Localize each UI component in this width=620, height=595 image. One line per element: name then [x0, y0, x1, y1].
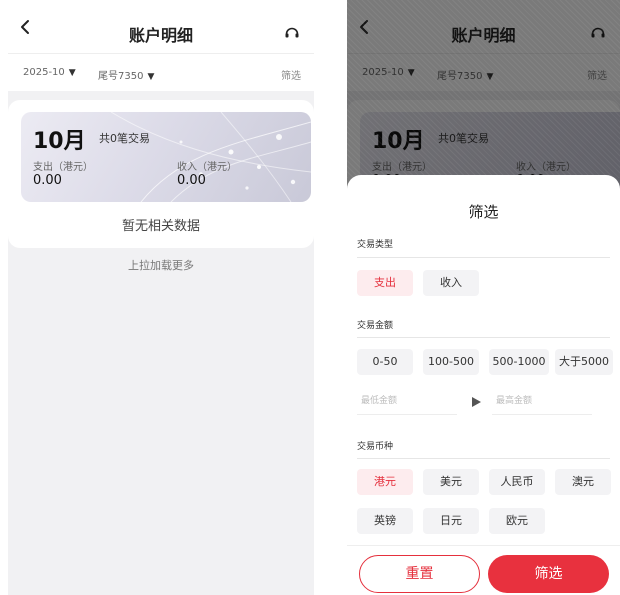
- overlay-hatch-pattern: [347, 0, 620, 178]
- load-more-hint: 上拉加载更多: [128, 259, 194, 272]
- currency-option-eur[interactable]: 欧元: [489, 508, 545, 534]
- min-amount-input[interactable]: [357, 387, 457, 415]
- max-amount-input[interactable]: [492, 387, 592, 415]
- income-label: 收入（港元）: [177, 162, 237, 173]
- currency-option-jpy[interactable]: 日元: [423, 508, 479, 534]
- caret-down-icon: ▼: [147, 72, 155, 82]
- summary-month: 10月: [33, 129, 86, 154]
- expense-value: 0.00: [33, 173, 62, 188]
- transaction-amount-title: 交易金额: [357, 321, 394, 331]
- amount-option-0-50[interactable]: 0-50: [357, 349, 413, 375]
- play-arrow-icon: [472, 397, 481, 407]
- divider: [357, 257, 610, 258]
- transaction-type-title: 交易类型: [357, 240, 394, 250]
- currency-option-cny[interactable]: 人民币: [489, 469, 545, 495]
- account-details-screen: 账户明细 2025-10 ▼ 尾号7350 ▼ 筛选 10月 共0笔交易 支出（…: [8, 0, 314, 595]
- nav-header: 账户明细: [8, 0, 314, 54]
- account-details-filter-screen: 账户明细 2025-10▼ 尾号7350▼ 筛选 10月 共0笔交易 支出（港元…: [347, 0, 620, 595]
- filter-link[interactable]: 筛选: [281, 67, 301, 82]
- caret-down-icon: ▼: [68, 68, 76, 78]
- currency-option-hkd[interactable]: 港元: [357, 469, 413, 495]
- currency-option-aud[interactable]: 澳元: [555, 469, 611, 495]
- amount-option-100-500[interactable]: 100-500: [423, 349, 479, 375]
- amount-option-over-5000[interactable]: 大于5000: [555, 349, 613, 375]
- month-value: 2025-10: [23, 67, 65, 78]
- expense-label: 支出（港元）: [33, 162, 93, 173]
- currency-option-usd[interactable]: 美元: [423, 469, 479, 495]
- divider: [357, 458, 610, 459]
- month-selector[interactable]: 2025-10▼: [23, 67, 76, 78]
- currency-option-gbp[interactable]: 英镑: [357, 508, 413, 534]
- card-selector[interactable]: 尾号7350▼: [98, 67, 154, 82]
- transaction-count: 共0笔交易: [99, 132, 150, 145]
- divider: [357, 337, 610, 338]
- currency-title: 交易币种: [357, 442, 394, 452]
- type-option-expense[interactable]: 支出: [357, 270, 413, 296]
- customer-service-icon[interactable]: [284, 25, 300, 41]
- filter-bottom-sheet: 筛选 交易类型 支出 收入 交易金额 0-50 100-500 500-1000…: [347, 175, 620, 595]
- footer-divider: [347, 545, 620, 546]
- apply-filter-button[interactable]: 筛选: [488, 555, 609, 593]
- empty-state-text: 暂无相关数据: [121, 219, 200, 234]
- month-summary-card: 10月 共0笔交易 支出（港元） 0.00 收入（港元） 0.00: [21, 112, 311, 202]
- sheet-title: 筛选: [468, 203, 499, 221]
- type-option-income[interactable]: 收入: [423, 270, 479, 296]
- filter-bar: 2025-10▼ 尾号7350▼ 筛选: [8, 55, 314, 91]
- card-value: 尾号7350: [98, 71, 144, 82]
- amount-option-500-1000[interactable]: 500-1000: [489, 349, 549, 375]
- page-title: 账户明细: [128, 26, 193, 45]
- reset-button[interactable]: 重置: [359, 555, 480, 593]
- income-value: 0.00: [177, 173, 206, 188]
